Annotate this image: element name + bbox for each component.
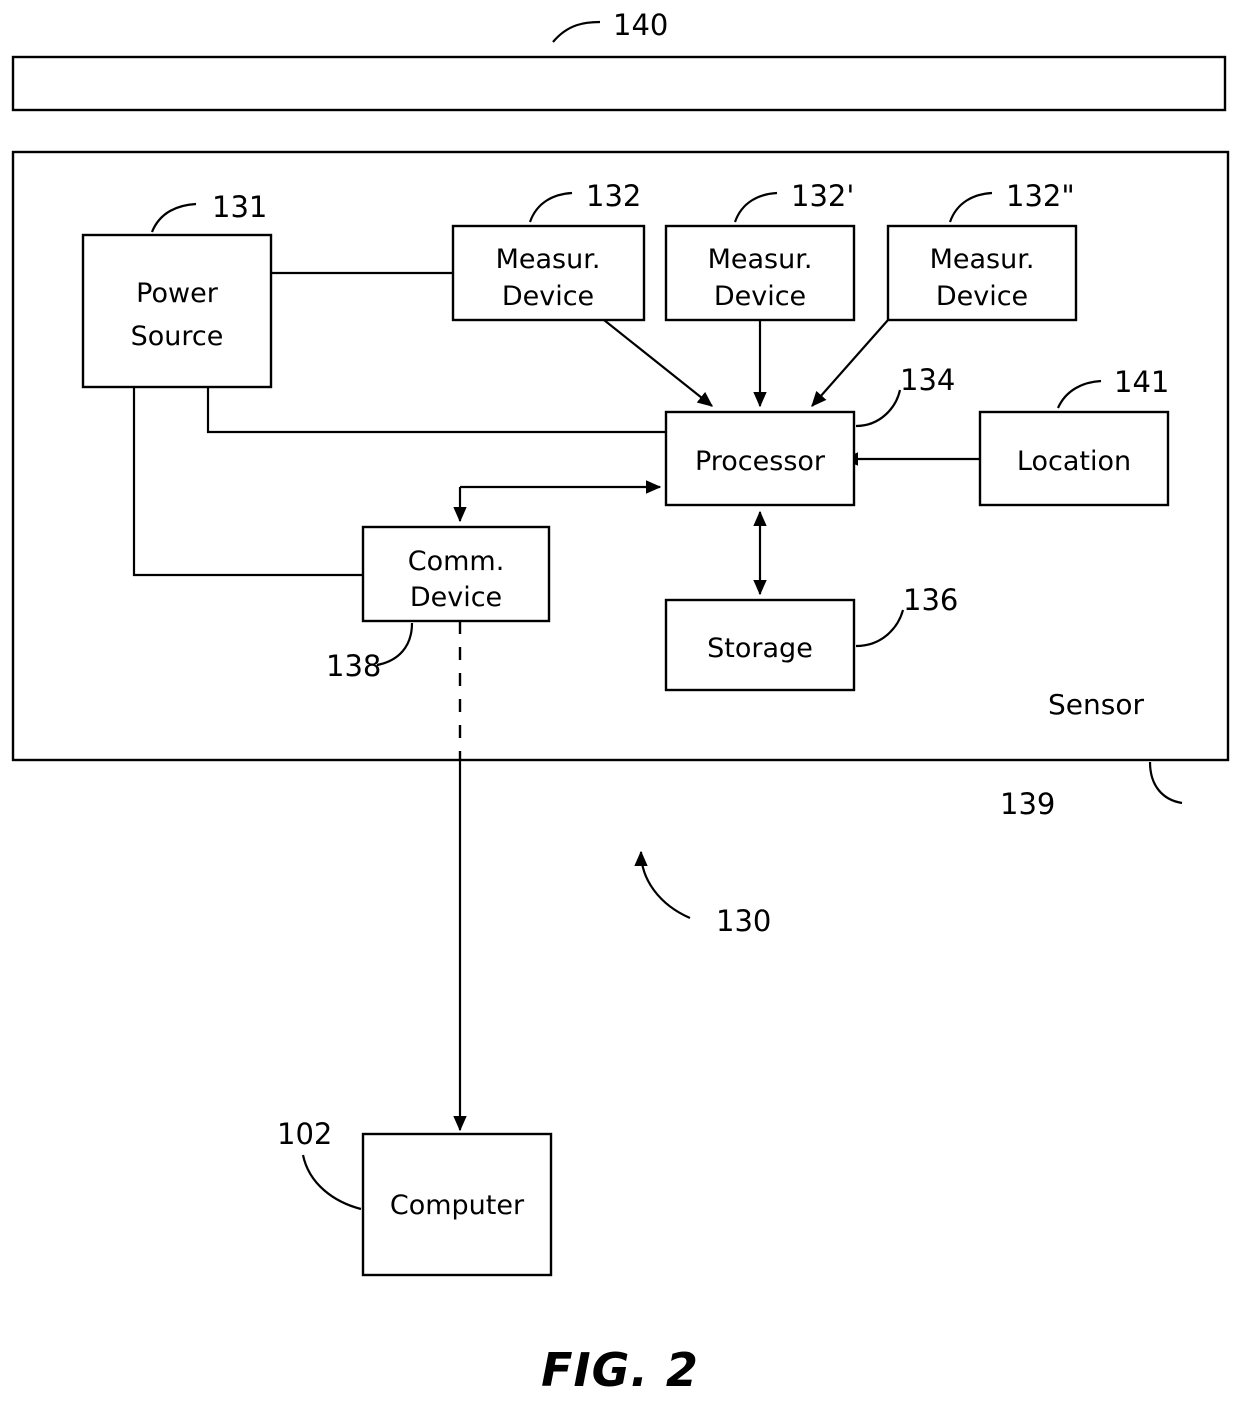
ref-label-132: 132 [586,179,641,213]
ref-label-132-prime: 132' [791,179,854,213]
location-label: Location [1017,446,1131,477]
comm-device-label-line2: Device [410,582,502,613]
ref-label-140: 140 [613,8,668,42]
power-source-label-line2: Source [131,321,224,352]
storage-label: Storage [707,633,813,664]
ref-label-131: 131 [212,190,267,224]
processor-label: Processor [695,446,826,477]
ref-label-136: 136 [903,583,958,617]
ref-label-138: 138 [326,649,381,683]
ref-label-132-double-prime: 132" [1006,179,1075,213]
patent-figure-page: 140 Sensor 139 Power Source 131 Measur. … [0,0,1240,1403]
ref-label-134: 134 [900,363,955,397]
top-bar-140: 140 [11,8,1227,112]
sensor-enclosure-label: Sensor [1048,688,1144,721]
comm-device-label-line1: Comm. [408,546,505,577]
figure-canvas: 140 Sensor 139 Power Source 131 Measur. … [11,8,1230,1397]
ref-label-102: 102 [277,1117,332,1151]
measur-device-3-label-line1: Measur. [930,244,1035,275]
measur-device-3-label-line2: Device [936,281,1028,312]
measur-device-1-label-line2: Device [502,281,594,312]
measur-device-2-label-line1: Measur. [708,244,813,275]
computer-label: Computer [390,1190,525,1221]
ref-label-130: 130 [716,904,771,938]
system-ref-130: 130 [634,850,771,938]
ref-label-139: 139 [1000,787,1055,821]
node-computer: Computer 102 [277,1117,553,1277]
measur-device-1-label-line1: Measur. [496,244,601,275]
measur-device-2-label-line2: Device [714,281,806,312]
ref-label-141: 141 [1114,365,1169,399]
figure-caption: FIG. 2 [541,1343,699,1397]
power-source-label-line1: Power [136,278,219,309]
